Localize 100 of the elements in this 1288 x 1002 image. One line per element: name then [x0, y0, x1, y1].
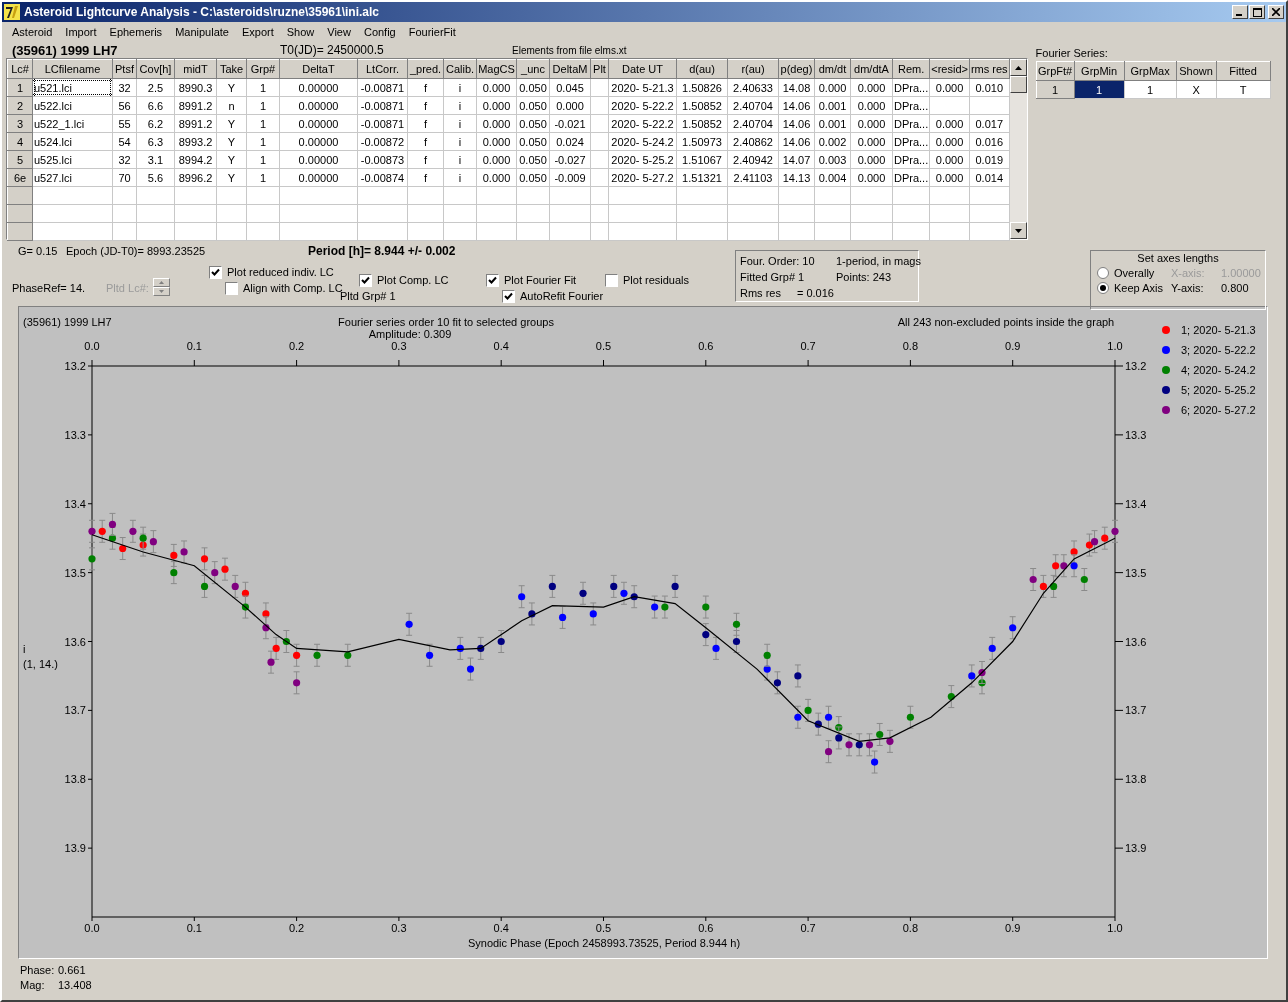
checkbox[interactable]: Plot reduced indiv. LC [209, 264, 359, 280]
g-value: G= 0.15 [18, 245, 59, 257]
menu-item[interactable]: View [320, 26, 357, 38]
point [824, 748, 833, 756]
table-cell: u522_1.lci [32, 114, 113, 133]
column-header[interactable]: DeltaT [279, 59, 358, 79]
table-cell: DPra... [892, 114, 930, 133]
table-cell: f [407, 114, 444, 133]
table-cell: 2.5 [136, 78, 175, 97]
point [906, 713, 914, 721]
point [651, 603, 659, 611]
checkbox[interactable]: Plot Comp. LC [359, 272, 486, 288]
menu-item[interactable]: Ephemeris [102, 26, 169, 38]
column-header[interactable]: Ptsf [112, 59, 137, 79]
tick-label: 13.2 [64, 360, 86, 372]
column-header[interactable]: Fitted [1216, 61, 1271, 81]
column-header[interactable]: Shown [1176, 61, 1217, 81]
table-cell: 1.50973 [676, 132, 728, 151]
tick-label: 0.2 [288, 340, 305, 352]
t0-label: T0(JD)= 2450000.5 [280, 43, 385, 57]
column-header[interactable]: _pred. [407, 59, 444, 79]
column-header[interactable]: p(deg) [778, 59, 815, 79]
column-header[interactable]: dm/dt [814, 59, 851, 79]
column-header[interactable]: <resid> [929, 59, 970, 79]
table-cell: 54 [112, 132, 137, 151]
table-cell: -0.00873 [357, 150, 408, 169]
column-header[interactable]: Cov[h] [136, 59, 175, 79]
column-header[interactable]: GrpFt# [1036, 61, 1075, 81]
table-cell: 14.08 [778, 78, 815, 97]
table-cell: 0.000 [850, 96, 893, 115]
tick-label: 0.8 [902, 340, 919, 352]
point [671, 582, 679, 590]
table-cell: 0.019 [969, 150, 1010, 169]
column-header[interactable]: Grp# [246, 59, 280, 79]
epoch-value: Epoch (JD-T0)= 8993.23525 [66, 245, 207, 257]
menu-item[interactable]: Manipulate [168, 26, 235, 38]
column-header[interactable]: r(au) [727, 59, 779, 79]
column-header[interactable]: MagCS [476, 59, 517, 79]
column-header[interactable]: _unc [516, 59, 550, 79]
table-cell: -0.021 [549, 114, 591, 133]
menu-item[interactable]: FourierFit [401, 26, 462, 38]
tick-label: 0.4 [493, 340, 509, 352]
point [211, 569, 219, 577]
table-cell: 1 [246, 78, 280, 97]
legend-label: 4; 2020- 5-24.2 [1181, 364, 1256, 376]
table-cell: 1 [246, 168, 280, 187]
point [1050, 582, 1058, 590]
points-count: Points: 243 [836, 270, 893, 285]
table-cell: i [443, 78, 477, 97]
column-header[interactable]: Date UT [608, 59, 677, 79]
checkbox[interactable]: Plot residuals [605, 272, 690, 288]
tick-label: 0.0 [84, 340, 100, 352]
table-cell[interactable]: 1 [1124, 80, 1177, 99]
point [968, 672, 976, 680]
point [1101, 534, 1109, 542]
table-cell: 0.000 [929, 114, 970, 133]
table-cell: 0.00000 [279, 168, 358, 187]
menu-item[interactable]: Config [356, 26, 402, 38]
point [170, 569, 178, 577]
column-header[interactable]: GrpMax [1124, 61, 1177, 81]
column-header[interactable]: midT [174, 59, 217, 79]
checkbox[interactable]: AutoRefit Fourier [502, 288, 605, 304]
table-cell[interactable]: T [1216, 80, 1271, 99]
column-header[interactable]: LtCorr. [357, 59, 408, 79]
menu-item[interactable]: Show [279, 26, 321, 38]
tick-label: 0.3 [391, 340, 407, 352]
table-cell: 0.000 [850, 168, 893, 187]
table-cell: DPra... [892, 96, 930, 115]
point [98, 527, 106, 535]
column-header[interactable]: d(au) [676, 59, 728, 79]
column-header[interactable]: Rem. [892, 59, 930, 79]
table-cell: 0.000 [850, 132, 893, 151]
column-header[interactable]: rms res [969, 59, 1010, 79]
legend-label: 5; 2020- 5-25.2 [1181, 384, 1256, 396]
table-cell: 0.050 [516, 78, 550, 97]
column-header[interactable]: dm/dtA [850, 59, 893, 79]
column-header[interactable]: LCfilename [32, 59, 113, 79]
radio-button[interactable]: Keep Axis [1097, 282, 1171, 294]
legend-label: 3; 2020- 5-22.2 [1181, 344, 1256, 356]
tick-label: 13.8 [64, 773, 86, 786]
table-cell: u524.lci [32, 132, 113, 151]
column-header[interactable]: Lc# [7, 59, 33, 79]
point [88, 527, 96, 535]
column-header[interactable]: Take [216, 59, 247, 79]
y-axis-value: 0.800 [1221, 282, 1250, 294]
column-header[interactable]: GrpMin [1074, 61, 1125, 81]
table-cell[interactable]: X [1176, 80, 1217, 99]
point [425, 651, 434, 659]
amplitude-label: Amplitude: 0.309 [368, 328, 452, 340]
menu-item[interactable]: Asteroid [5, 26, 59, 38]
checkbox[interactable]: Plot Fourier Fit [486, 272, 605, 288]
table-cell: 2020- 5-22.2 [608, 114, 677, 133]
table-cell: 0.045 [549, 78, 591, 97]
radio-button[interactable]: Overally [1097, 267, 1171, 279]
menu-item[interactable]: Import [58, 26, 103, 38]
menu-item[interactable]: Export [234, 26, 280, 38]
tick-label: 0.2 [288, 922, 305, 934]
table-cell: DPra... [892, 168, 930, 187]
column-header[interactable]: DeltaM [549, 59, 591, 79]
column-header[interactable]: Calib. [443, 59, 477, 79]
